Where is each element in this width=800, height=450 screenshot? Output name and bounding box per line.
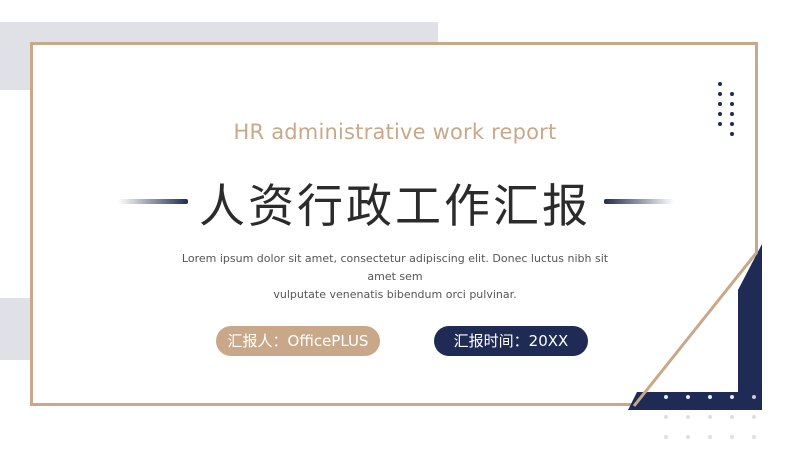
dot — [752, 395, 756, 399]
dot — [718, 102, 722, 106]
reporter-badge: 汇报人：OfficePLUS — [216, 326, 380, 356]
description-line-1: Lorem ipsum dolor sit amet, consectetur … — [181, 252, 609, 283]
dot — [664, 395, 668, 399]
dot — [664, 415, 668, 419]
dot — [752, 435, 756, 439]
dot — [686, 395, 690, 399]
dot — [708, 435, 712, 439]
dot — [708, 415, 712, 419]
dot — [718, 92, 722, 96]
dot — [730, 415, 734, 419]
report-time-badge: 汇报时间：20XX — [434, 326, 588, 356]
dot — [730, 102, 734, 106]
dot — [730, 112, 734, 116]
dot-grid-bottom-right — [660, 392, 790, 442]
dot — [718, 112, 722, 116]
dot — [686, 435, 690, 439]
dot — [730, 435, 734, 439]
description-line-2: vulputate venenatis bibendum orci pulvin… — [273, 288, 517, 301]
dot — [686, 415, 690, 419]
dot — [752, 415, 756, 419]
slide-subtitle: HR administrative work report — [233, 120, 557, 144]
dot — [708, 395, 712, 399]
dot — [730, 92, 734, 96]
dot — [718, 82, 722, 86]
slide-title: 人资行政工作汇报 — [199, 179, 591, 233]
dot — [664, 435, 668, 439]
dot — [730, 395, 734, 399]
slide-description: Lorem ipsum dolor sit amet, consectetur … — [180, 250, 610, 304]
